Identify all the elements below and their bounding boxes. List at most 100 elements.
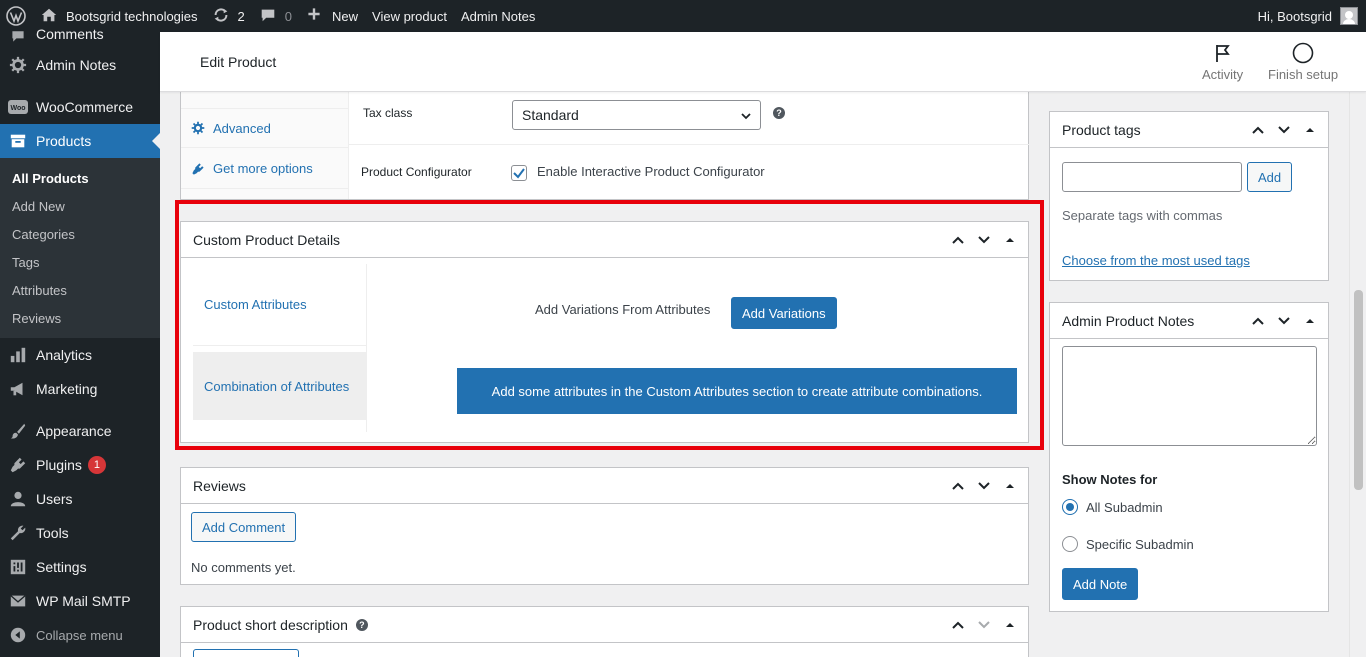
- add-tag-button[interactable]: Add: [1247, 162, 1293, 192]
- move-down-icon[interactable]: [1272, 309, 1296, 333]
- page-header: Edit Product Activity Finish setup: [160, 32, 1366, 92]
- toggle-panel-icon[interactable]: [1298, 118, 1322, 142]
- my-account[interactable]: Hi, Bootsgrid: [1258, 7, 1366, 25]
- avatar: [1340, 7, 1358, 25]
- wrench-icon: [8, 523, 28, 543]
- configurator-label: Product Configurator: [361, 165, 472, 179]
- user-icon: [8, 489, 28, 509]
- custom-product-details-header: Custom Product Details: [181, 222, 1028, 258]
- tag-input[interactable]: [1062, 162, 1242, 192]
- custom-details-tabs: Custom Attributes Combination of Attribu…: [193, 264, 367, 432]
- toggle-panel-icon[interactable]: [1298, 309, 1322, 333]
- sidebar-item-marketing[interactable]: Marketing: [0, 372, 160, 406]
- plug-icon: [192, 162, 204, 175]
- sidebar-item-wp-mail-smtp[interactable]: WP Mail SMTP: [0, 584, 160, 618]
- admin-notes-link[interactable]: Admin Notes: [454, 0, 542, 32]
- reviews-panel: Reviews Add Comment No comments yet.: [180, 467, 1029, 585]
- finish-setup-button[interactable]: Finish setup: [1268, 42, 1338, 82]
- add-note-button[interactable]: Add Note: [1062, 568, 1139, 600]
- archive-icon: [8, 131, 28, 151]
- sidebar-item-plugins[interactable]: Plugins 1: [0, 448, 160, 482]
- settings-sliders-icon: [8, 557, 28, 577]
- products-submenu: All Products Add New Categories Tags Att…: [0, 158, 160, 338]
- no-comments-text: No comments yet.: [191, 560, 296, 575]
- short-description-panel: Product short description ?: [180, 606, 1029, 657]
- custom-product-details-panel: Custom Product Details Custom Attributes…: [180, 221, 1029, 443]
- activity-button[interactable]: Activity: [1202, 42, 1243, 82]
- product-tags-header: Product tags: [1050, 112, 1328, 148]
- submenu-tags[interactable]: Tags: [0, 248, 160, 276]
- sidebar-item-admin-notes[interactable]: Admin Notes: [0, 48, 160, 82]
- submenu-reviews[interactable]: Reviews: [0, 304, 160, 332]
- submenu-attributes[interactable]: Attributes: [0, 276, 160, 304]
- toggle-panel-icon[interactable]: [998, 613, 1022, 637]
- admin-sidebar: Comments Admin Notes Woo WooCommerce Pro…: [0, 26, 160, 657]
- configurator-checkbox[interactable]: [511, 165, 527, 181]
- sidebar-item-comments[interactable]: Comments: [0, 26, 160, 48]
- help-icon[interactable]: ?: [773, 107, 785, 119]
- collapse-menu-button[interactable]: Collapse menu: [0, 618, 160, 652]
- sidebar-item-appearance[interactable]: Appearance: [0, 414, 160, 448]
- tab-custom-attributes[interactable]: Custom Attributes: [193, 264, 367, 346]
- move-up-icon[interactable]: [1246, 309, 1270, 333]
- radio-empty-icon: [1062, 536, 1078, 552]
- add-variations-button[interactable]: Add Variations: [731, 297, 837, 329]
- page-scrollbar[interactable]: [1349, 32, 1366, 657]
- move-down-icon[interactable]: [1272, 118, 1296, 142]
- home-icon: [40, 6, 60, 26]
- chevron-down-icon: [741, 113, 751, 120]
- scrollbar-thumb[interactable]: [1354, 290, 1363, 490]
- add-media-button-partial[interactable]: [193, 649, 299, 657]
- radio-all-subadmin[interactable]: All Subadmin: [1062, 499, 1163, 515]
- tax-class-label: Tax class: [363, 106, 413, 120]
- admin-bar: Bootsgrid technologies 2 0 New View prod…: [0, 0, 1366, 32]
- sidebar-item-woocommerce[interactable]: Woo WooCommerce: [0, 90, 160, 124]
- svg-text:Woo: Woo: [10, 105, 25, 112]
- product-tags-panel: Product tags Add Separate tags with comm…: [1049, 111, 1329, 281]
- radio-selected-icon: [1062, 499, 1078, 515]
- submenu-all-products[interactable]: All Products: [0, 164, 160, 192]
- comment-icon: [8, 26, 28, 46]
- move-down-icon[interactable]: [972, 228, 996, 252]
- sidebar-item-tools[interactable]: Tools: [0, 516, 160, 550]
- submenu-categories[interactable]: Categories: [0, 220, 160, 248]
- admin-product-notes-panel: Admin Product Notes Show Notes for All S…: [1049, 302, 1329, 612]
- help-icon[interactable]: ?: [355, 618, 368, 631]
- radio-specific-subadmin[interactable]: Specific Subadmin: [1062, 536, 1194, 552]
- move-up-icon[interactable]: [1246, 118, 1270, 142]
- add-comment-button[interactable]: Add Comment: [191, 512, 297, 542]
- attributes-notice: Add some attributes in the Custom Attrib…: [457, 368, 1017, 414]
- toggle-panel-icon[interactable]: [998, 474, 1022, 498]
- view-product-link[interactable]: View product: [365, 0, 454, 32]
- comments-link[interactable]: 0: [252, 0, 299, 32]
- comment-bubble-icon: [259, 6, 279, 26]
- product-data-tabs: Advanced Get more options: [181, 80, 349, 199]
- tab-combination-of-attributes[interactable]: Combination of Attributes: [193, 352, 367, 420]
- submenu-add-new[interactable]: Add New: [0, 192, 160, 220]
- reviews-header: Reviews: [181, 468, 1028, 504]
- new-content-link[interactable]: New: [299, 0, 365, 32]
- choose-most-used-tags-link[interactable]: Choose from the most used tags: [1062, 253, 1250, 268]
- paintbrush-icon: [8, 421, 28, 441]
- product-data-panel: Advanced Get more options Tax class Stan…: [180, 80, 1029, 200]
- mail-icon: [8, 591, 28, 611]
- tab-get-more-options[interactable]: Get more options: [181, 149, 349, 189]
- variations-label: Add Variations From Attributes: [535, 302, 711, 317]
- sidebar-item-products[interactable]: Products: [0, 124, 160, 158]
- woocommerce-icon: Woo: [8, 97, 28, 117]
- move-up-icon[interactable]: [946, 613, 970, 637]
- page-title: Edit Product: [200, 54, 277, 70]
- move-down-icon[interactable]: [972, 613, 996, 637]
- collapse-icon: [8, 625, 28, 645]
- tab-advanced[interactable]: Advanced: [181, 108, 349, 148]
- tax-class-select[interactable]: Standard: [512, 100, 761, 130]
- toggle-panel-icon[interactable]: [998, 228, 1022, 252]
- move-up-icon[interactable]: [946, 228, 970, 252]
- sidebar-item-settings[interactable]: Settings: [0, 550, 160, 584]
- sidebar-item-analytics[interactable]: Analytics: [0, 338, 160, 372]
- move-up-icon[interactable]: [946, 474, 970, 498]
- move-down-icon[interactable]: [972, 474, 996, 498]
- sidebar-item-users[interactable]: Users: [0, 482, 160, 516]
- updates-link[interactable]: 2: [205, 0, 252, 32]
- admin-note-textarea[interactable]: [1062, 346, 1317, 446]
